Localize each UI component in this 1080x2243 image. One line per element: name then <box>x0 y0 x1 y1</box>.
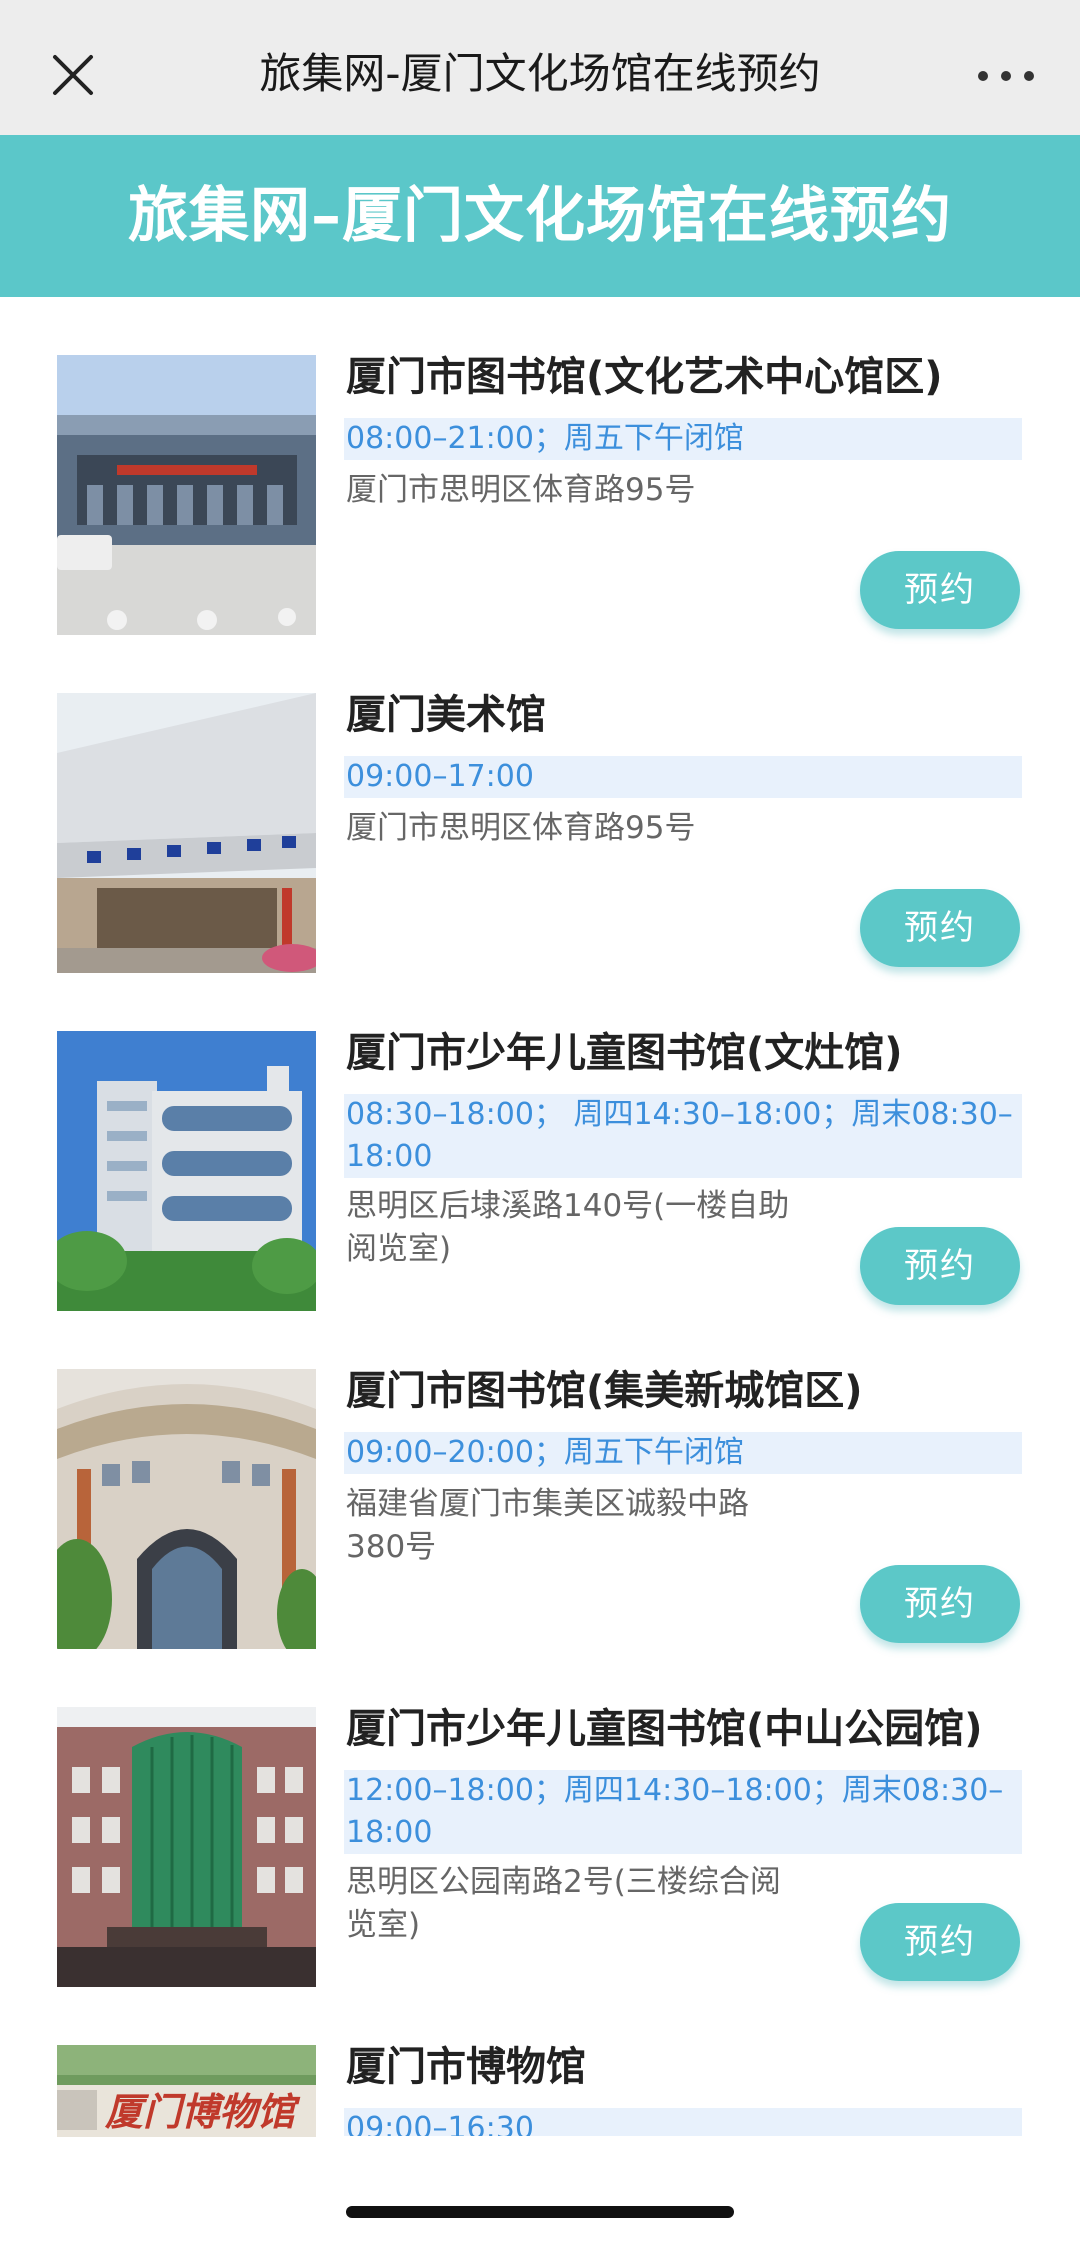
museum-sign-text: 厦门博物馆 <box>104 2089 301 2134</box>
venue-photo <box>57 1031 316 1311</box>
venue-address: 厦门市思明区体育路95号 <box>346 810 696 846</box>
venue-item[interactable]: 厦门市图书馆(集美新城馆区) 09:00–20:00；周五下午闭馆 福建省厦门市… <box>0 1311 1080 1649</box>
book-button[interactable]: 预约 <box>860 1903 1020 1981</box>
close-icon[interactable] <box>50 52 96 98</box>
venue-item[interactable]: 厦门博物馆 厦门市博物馆 09:00–16:30 <box>0 1987 1080 2137</box>
book-button[interactable]: 预约 <box>860 889 1020 967</box>
banner-title: 旅集网–厦门文化场馆在线预约 <box>128 181 952 251</box>
more-icon[interactable] <box>978 64 1034 88</box>
venue-address: 厦门市思明区体育路95号 <box>346 472 696 508</box>
venue-name[interactable]: 厦门市图书馆(文化艺术中心馆区) <box>346 349 1036 405</box>
venue-address: 福建省厦门市集美区诚毅中路380号 <box>346 1486 749 1565</box>
venue-address: 思明区后埭溪路140号(一楼自助阅览室) <box>346 1188 790 1267</box>
title-bar: 旅集网-厦门文化场馆在线预约 <box>0 0 1080 135</box>
venue-hours: 09:00–20:00；周五下午闭馆 <box>344 1432 1022 1474</box>
venue-photo <box>57 355 316 635</box>
venue-item[interactable]: 厦门市少年儿童图书馆(中山公园馆) 12:00–18:00；周四14:30–18… <box>0 1649 1080 1987</box>
venue-name[interactable]: 厦门市图书馆(集美新城馆区) <box>346 1363 1036 1419</box>
venue-hours: 09:00–17:00 <box>344 756 1022 798</box>
venue-address: 思明区公园南路2号(三楼综合阅览室) <box>346 1864 781 1943</box>
page-title: 旅集网-厦门文化场馆在线预约 <box>259 49 821 98</box>
venue-name[interactable]: 厦门市少年儿童图书馆(文灶馆) <box>346 1025 1036 1081</box>
venue-item[interactable]: 厦门美术馆 09:00–17:00 厦门市思明区体育路95号 预约 <box>0 635 1080 973</box>
book-button[interactable]: 预约 <box>860 1565 1020 1643</box>
venue-photo <box>57 1707 316 1987</box>
venue-hours: 08:00–21:00；周五下午闭馆 <box>344 418 1022 460</box>
venue-photo <box>57 1369 316 1649</box>
venue-item[interactable]: 厦门市少年儿童图书馆(文灶馆) 08:30–18:00； 周四14:30–18:… <box>0 973 1080 1311</box>
venue-item[interactable]: 厦门市图书馆(文化艺术中心馆区) 08:00–21:00；周五下午闭馆 厦门市思… <box>0 297 1080 635</box>
venue-hours: 12:00–18:00；周四14:30–18:00；周末08:30–18:00 <box>344 1770 1022 1854</box>
venue-name[interactable]: 厦门市少年儿童图书馆(中山公园馆) <box>346 1701 1036 1757</box>
venue-name[interactable]: 厦门市博物馆 <box>346 2039 1036 2095</box>
venue-photo: 厦门博物馆 <box>57 2045 316 2137</box>
banner: 旅集网–厦门文化场馆在线预约 <box>0 135 1080 297</box>
venue-list[interactable]: 厦门市图书馆(文化艺术中心馆区) 08:00–21:00；周五下午闭馆 厦门市思… <box>0 297 1080 2137</box>
home-indicator[interactable] <box>346 2206 734 2218</box>
book-button[interactable]: 预约 <box>860 1227 1020 1305</box>
venue-hours: 08:30–18:00； 周四14:30–18:00；周末08:30–18:00 <box>344 1094 1022 1178</box>
venue-photo <box>57 693 316 973</box>
book-button[interactable]: 预约 <box>860 551 1020 629</box>
venue-hours: 09:00–16:30 <box>344 2108 1022 2136</box>
venue-name[interactable]: 厦门美术馆 <box>346 687 1036 743</box>
